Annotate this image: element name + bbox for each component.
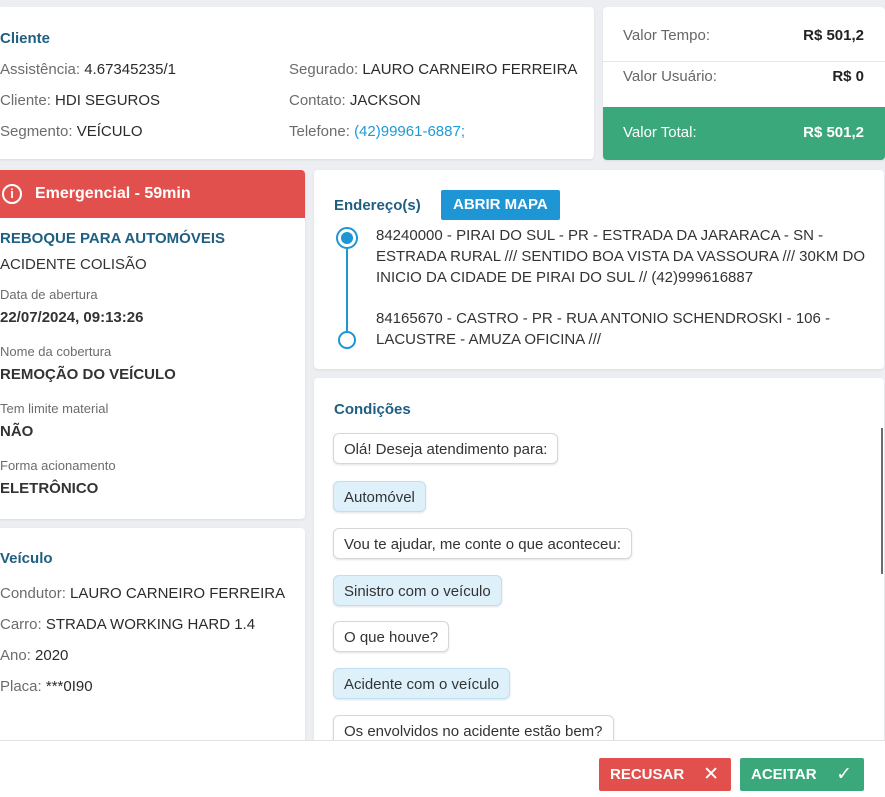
phone-link[interactable]: (42)99961-6887;	[354, 123, 465, 140]
accept-button[interactable]: ACEITAR ✓	[740, 758, 864, 791]
reject-label: RECUSAR	[610, 766, 685, 783]
car-label: Carro:	[0, 616, 42, 633]
info-circle-icon: i	[2, 184, 22, 204]
chat-message-system: Olá! Deseja atendimento para:	[333, 433, 559, 464]
client-row: Cliente: HDI SEGUROS	[0, 92, 160, 109]
chat-message-system: O que houve?	[333, 621, 450, 652]
vehicle-card: Veículo Condutor: LAURO CARNEIRO FERREIR…	[0, 528, 305, 743]
conditions-card: Condições Olá! Deseja atendimento para: …	[314, 378, 884, 743]
service-cause: ACIDENTE COLISÃO	[0, 256, 147, 273]
driver-value: LAURO CARNEIRO FERREIRA	[70, 585, 286, 602]
client-title: Cliente	[0, 30, 51, 47]
plate-value: ***0I90	[45, 678, 93, 695]
client-value: HDI SEGUROS	[55, 92, 161, 109]
open-map-button[interactable]: ABRIR MAPA	[441, 190, 560, 220]
total-value-label: Valor Total:	[623, 124, 697, 141]
total-value-row: Valor Total: R$ 501,2	[603, 107, 885, 160]
chat-message-user: Acidente com o veículo	[333, 668, 511, 699]
contact-row: Contato: JACKSON	[289, 92, 421, 109]
segment-label: Segmento:	[0, 123, 73, 140]
opened-value: 22/07/2024, 09:13:26	[0, 309, 144, 326]
time-value-label: Valor Tempo:	[623, 27, 710, 44]
destination-address: 84165670 - CASTRO - PR - RUA ANTONIO SCH…	[376, 310, 831, 348]
opened-label: Data de abertura	[0, 287, 98, 302]
trigger-label: Forma acionamento	[0, 458, 116, 473]
origin-address: 84240000 - PIRAI DO SUL - PR - ESTRADA D…	[376, 227, 866, 286]
values-card: Valor Tempo: R$ 501,2 Valor Usuário: R$ …	[603, 7, 885, 160]
time-value-row: Valor Tempo: R$ 501,2	[603, 13, 885, 60]
total-value-amount: R$ 501,2	[803, 124, 864, 141]
car-value: STRADA WORKING HARD 1.4	[45, 616, 256, 633]
plate-label: Placa:	[0, 678, 42, 695]
driver-label: Condutor:	[0, 585, 66, 602]
plate-row: Placa: ***0I90	[0, 678, 93, 695]
destination-pin-icon	[338, 331, 356, 349]
reject-button[interactable]: RECUSAR ✕	[599, 758, 731, 791]
material-value: NÃO	[0, 423, 34, 440]
contact-value: JACKSON	[349, 92, 421, 109]
material-label: Tem limite material	[0, 401, 109, 416]
route-line	[346, 249, 348, 331]
time-value-amount: R$ 501,2	[803, 27, 864, 44]
chat-message-system: Os envolvidos no acidente estão bem?	[333, 715, 614, 743]
contact-label: Contato:	[289, 92, 346, 109]
accept-label: ACEITAR	[751, 766, 817, 783]
conditions-scrollbar[interactable]	[881, 428, 883, 574]
assistance-value: 4.67345235/1	[84, 61, 176, 78]
address-card: Endereço(s) ABRIR MAPA 84240000 - PIRAI …	[314, 170, 884, 369]
phone-label: Telefone:	[289, 123, 350, 140]
assistance-row: Assistência: 4.67345235/1	[0, 61, 176, 78]
conditions-title: Condições	[334, 401, 411, 418]
service-type: REBOQUE PARA AUTOMÓVEIS	[0, 230, 226, 247]
driver-row: Condutor: LAURO CARNEIRO FERREIRA	[0, 585, 285, 602]
segment-value: VEÍCULO	[76, 123, 143, 140]
trigger-value: ELETRÔNICO	[0, 480, 99, 497]
user-value-amount: R$ 0	[832, 68, 864, 85]
address-title: Endereço(s)	[334, 197, 421, 214]
year-label: Ano:	[0, 647, 31, 664]
chat-message-user: Sinistro com o veículo	[333, 575, 502, 606]
insured-label: Segurado:	[289, 61, 359, 78]
coverage-label: Nome da cobertura	[0, 344, 112, 359]
chat-message-system: Vou te ajudar, me conte o que aconteceu:	[333, 528, 632, 559]
client-label: Cliente:	[0, 92, 51, 109]
chat-message-user: Automóvel	[333, 481, 426, 512]
service-card: i Emergencial - 59min REBOQUE PARA AUTOM…	[0, 170, 305, 519]
insured-value: LAURO CARNEIRO FERREIRA	[362, 61, 578, 78]
year-row: Ano: 2020	[0, 647, 68, 664]
year-value: 2020	[35, 647, 69, 664]
coverage-value: REMOÇÃO DO VEÍCULO	[0, 366, 176, 383]
insured-row: Segurado: LAURO CARNEIRO FERREIRA	[289, 61, 577, 78]
car-row: Carro: STRADA WORKING HARD 1.4	[0, 616, 255, 633]
assistance-label: Assistência:	[0, 61, 81, 78]
origin-pin-icon	[336, 227, 358, 249]
close-icon: ✕	[703, 764, 719, 785]
segment-row: Segmento: VEÍCULO	[0, 123, 143, 140]
check-icon: ✓	[836, 764, 852, 785]
emergency-label: Emergencial - 59min	[35, 185, 191, 202]
action-footer: RECUSAR ✕ ACEITAR ✓	[0, 740, 885, 797]
user-value-label: Valor Usuário:	[623, 68, 717, 85]
user-value-row: Valor Usuário: R$ 0	[603, 54, 885, 101]
vehicle-title: Veículo	[0, 550, 53, 567]
phone-row: Telefone: (42)99961-6887;	[289, 123, 465, 140]
emergency-banner: i Emergencial - 59min	[0, 170, 305, 218]
client-card: Cliente Assistência: 4.67345235/1 Client…	[0, 7, 594, 159]
